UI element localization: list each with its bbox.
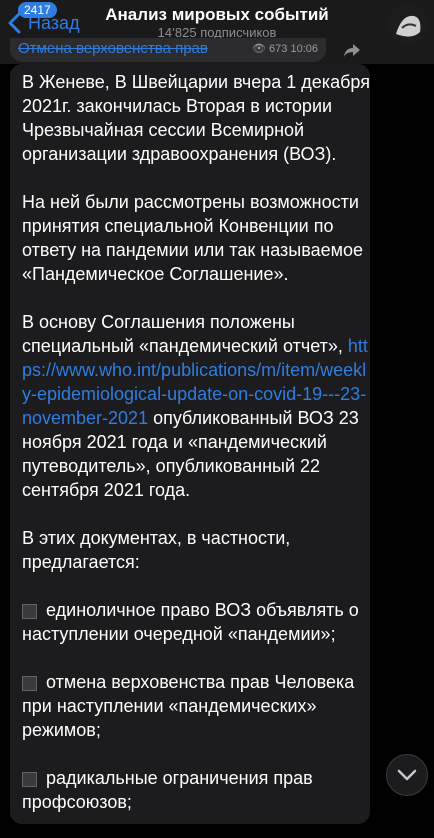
list-item: радикальные ограничения прав профсоюзов; [22, 768, 313, 812]
scroll-down-button[interactable] [386, 754, 428, 796]
message-text: В Женеве, В Швейцарии вчера 1 декабря 20… [22, 70, 372, 838]
paragraph-1: В Женеве, В Швейцарии вчера 1 декабря 20… [22, 72, 370, 164]
chevron-down-icon [397, 769, 417, 781]
bullet-square-icon [22, 771, 37, 787]
share-icon[interactable] [342, 40, 362, 60]
channel-title[interactable]: Анализ мировых событий [0, 5, 434, 25]
bullet-square-icon [22, 675, 37, 691]
paragraph-3-intro: В основу Соглашения положены специальный… [22, 312, 348, 356]
previous-message-text: Отмена верховенства прав [18, 40, 208, 57]
eye-icon: 👁 [252, 43, 266, 55]
list-item: отмена верховенства прав Человека при на… [22, 672, 355, 740]
paragraph-3: В основу Соглашения положены специальный… [22, 310, 372, 502]
bullet-square-icon [22, 603, 37, 619]
paragraph-4: В этих документах, в частности, предлага… [22, 528, 291, 572]
message-time: 10:06 [290, 43, 318, 55]
channel-avatar[interactable] [388, 4, 428, 44]
previous-message-meta: 👁 673 10:06 [252, 42, 318, 55]
paragraph-2: На ней были рассмотрены возможности прин… [22, 192, 363, 284]
previous-message[interactable]: Отмена верховенства прав 👁 673 10:06 [10, 38, 326, 62]
view-count: 673 [269, 43, 288, 55]
list-item: единоличное право ВОЗ объявлять о наступ… [22, 600, 359, 644]
avatar-image [388, 4, 428, 44]
